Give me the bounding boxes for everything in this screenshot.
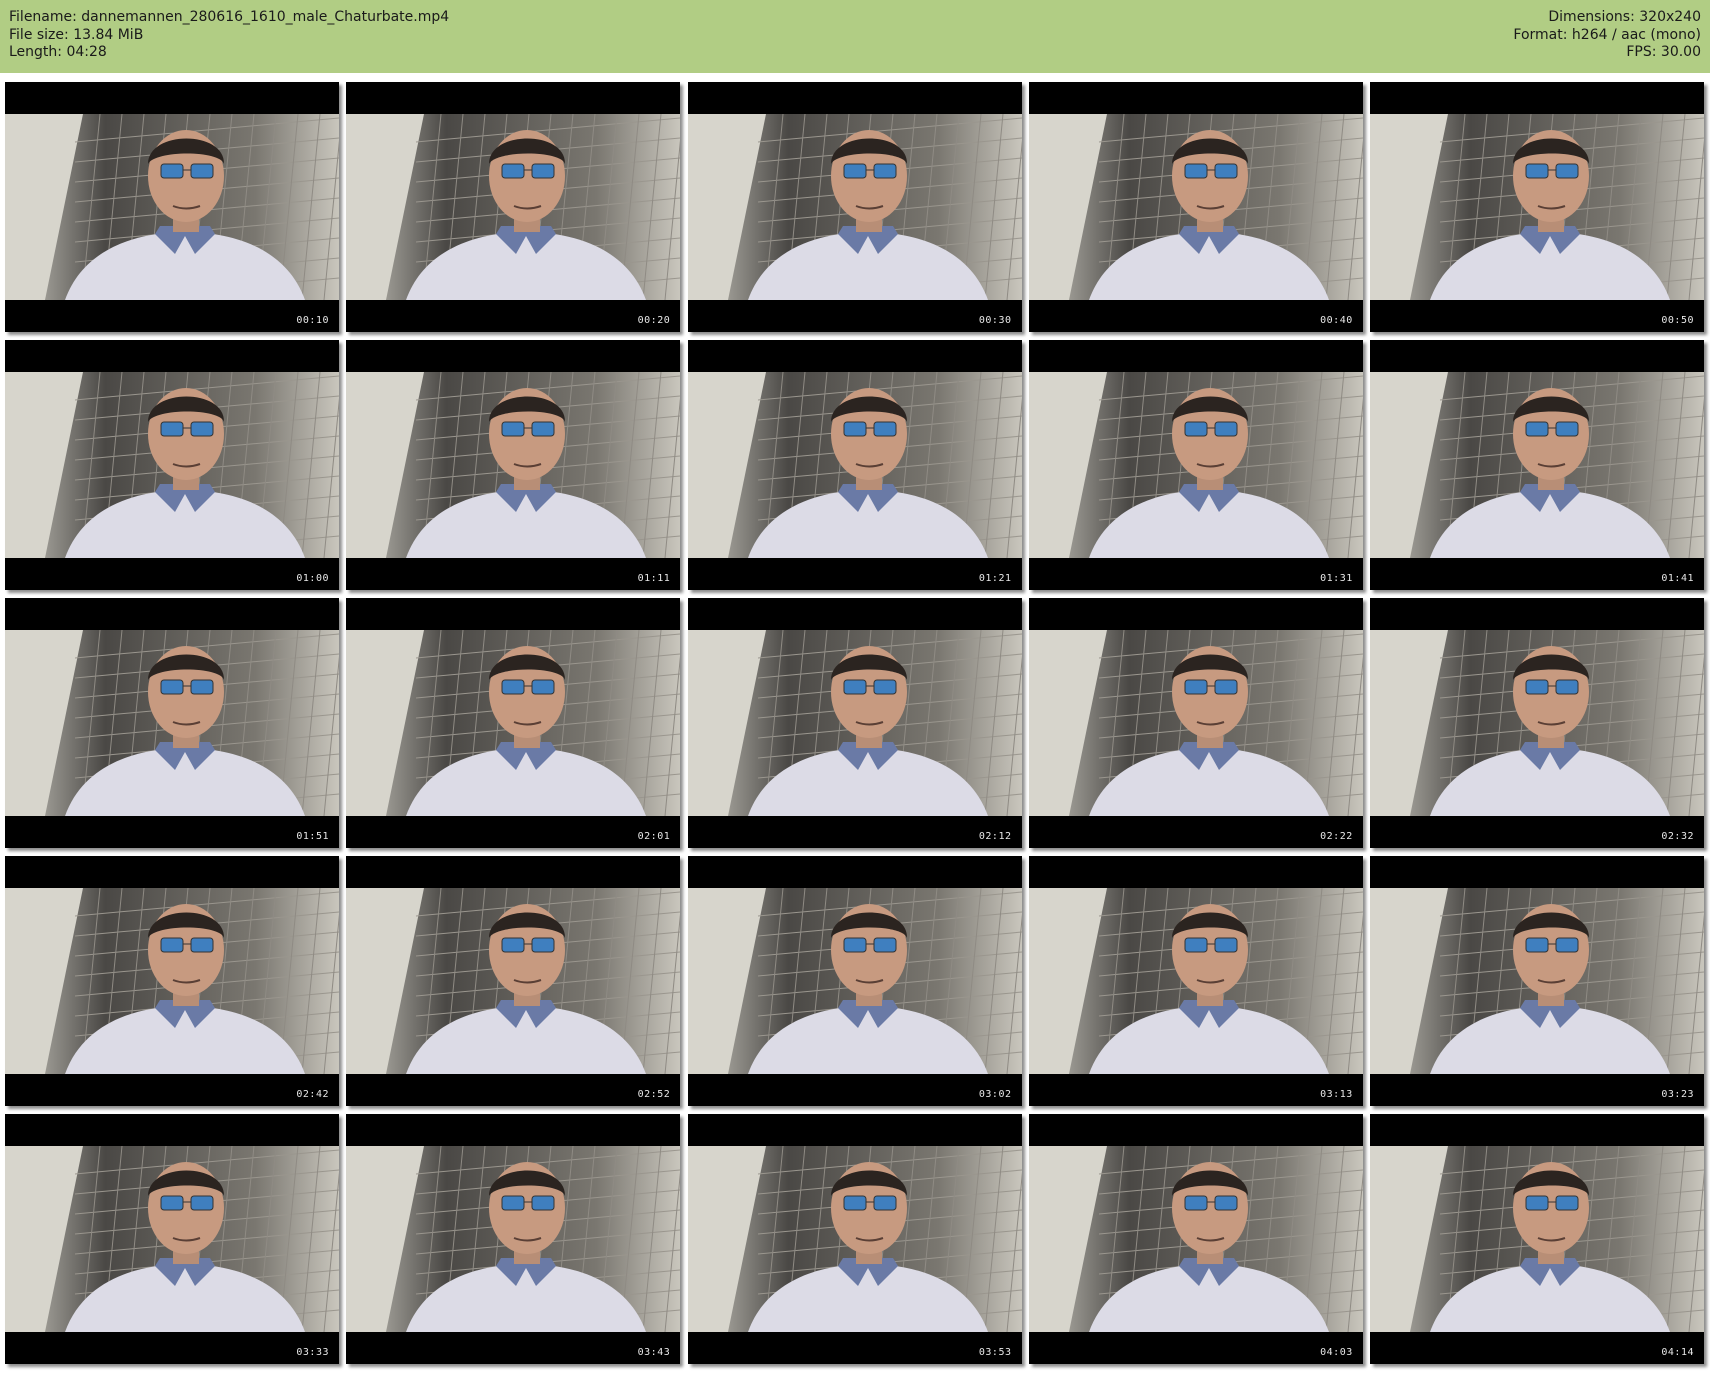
video-frame [687,114,1022,300]
video-frame [1028,114,1363,300]
timestamp-label: 02:52 [637,1089,671,1100]
timestamp-label: 00:10 [296,315,329,326]
video-thumbnail: 02:42 [5,856,339,1106]
video-thumbnail: 00:30 [687,82,1022,332]
video-frame [1028,888,1363,1074]
timestamp-label: 01:31 [1320,573,1353,584]
video-thumbnail: 00:40 [1028,82,1363,332]
video-frame [1028,630,1363,816]
video-thumbnail: 00:10 [5,82,339,332]
video-frame [1370,888,1704,1074]
timestamp-label: 01:11 [637,573,671,584]
timestamp-label: 02:22 [1320,831,1353,842]
video-frame [687,1146,1022,1332]
video-thumbnail: 03:23 [1370,856,1704,1106]
timestamp-label: 02:32 [1661,831,1694,842]
timestamp-label: 03:43 [637,1347,671,1358]
video-thumbnail: 00:20 [346,82,681,332]
timestamp-label: 03:23 [1661,1089,1694,1100]
video-thumbnail: 02:52 [346,856,681,1106]
video-thumbnail: 01:21 [687,340,1022,590]
video-frame [5,888,339,1074]
timestamp-label: 02:12 [978,831,1012,842]
timestamp-label: 04:14 [1661,1347,1694,1358]
video-frame [346,888,681,1074]
video-thumbnail: 03:53 [687,1114,1022,1364]
video-frame [1370,372,1704,558]
video-thumbnail: 04:03 [1028,1114,1363,1364]
video-frame [346,372,681,558]
video-thumbnail: 03:13 [1028,856,1363,1106]
timestamp-label: 00:20 [637,315,671,326]
video-frame [5,630,339,816]
timestamp-label: 03:13 [1320,1089,1353,1100]
video-thumbnail: 01:31 [1028,340,1363,590]
video-thumbnail: 03:33 [5,1114,339,1364]
timestamp-label: 00:50 [1661,315,1694,326]
timestamp-label: 01:41 [1661,573,1694,584]
video-thumbnail: 01:51 [5,598,339,848]
video-thumbnail: 01:00 [5,340,339,590]
thumbnail-grid: 00:10 00:20 00:30 00:40 00:50 01:00 01:11 01:21… [0,0,1710,1373]
video-thumbnail: 02:32 [1370,598,1704,848]
video-thumbnail: 02:22 [1028,598,1363,848]
video-frame [1370,1146,1704,1332]
timestamp-label: 03:02 [978,1089,1012,1100]
timestamp-label: 02:42 [296,1089,329,1100]
video-frame [687,888,1022,1074]
timestamp-label: 00:30 [978,315,1012,326]
timestamp-label: 00:40 [1320,315,1353,326]
video-thumbnail: 00:50 [1370,82,1704,332]
video-thumbnail: 01:41 [1370,340,1704,590]
timestamp-label: 01:51 [296,831,329,842]
timestamp-label: 01:00 [296,573,329,584]
video-frame [5,372,339,558]
timestamp-label: 01:21 [978,573,1012,584]
timestamp-label: 03:33 [296,1347,329,1358]
timestamp-label: 04:03 [1320,1347,1353,1358]
video-thumbnail: 03:43 [346,1114,681,1364]
video-frame [346,630,681,816]
video-frame [346,114,681,300]
timestamp-label: 02:01 [637,831,671,842]
video-thumbnail: 02:01 [346,598,681,848]
video-frame [5,114,339,300]
video-frame [687,630,1022,816]
video-frame [1370,114,1704,300]
video-thumbnail: 04:14 [1370,1114,1704,1364]
video-frame [1370,630,1704,816]
video-frame [1028,372,1363,558]
video-frame [346,1146,681,1332]
video-frame [1028,1146,1363,1332]
video-frame [5,1146,339,1332]
video-thumbnail: 01:11 [346,340,681,590]
video-thumbnail: 03:02 [687,856,1022,1106]
video-frame [687,372,1022,558]
video-thumbnail: 02:12 [687,598,1022,848]
timestamp-label: 03:53 [978,1347,1012,1358]
